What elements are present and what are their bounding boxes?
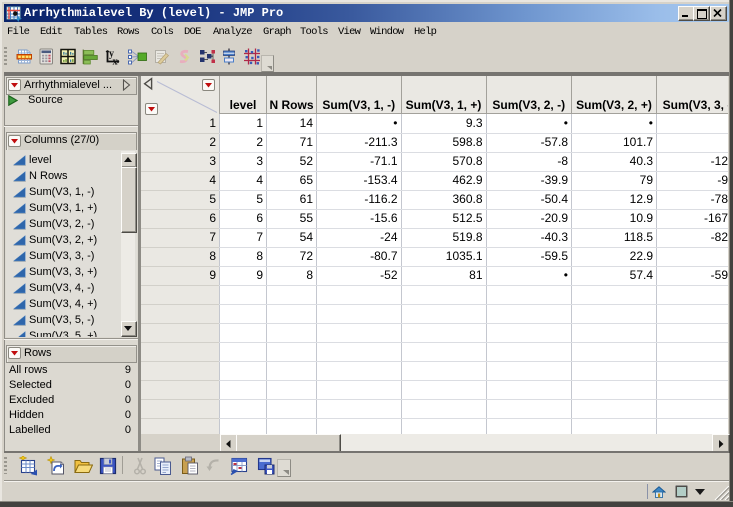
svg-text:x: x [112, 56, 117, 65]
